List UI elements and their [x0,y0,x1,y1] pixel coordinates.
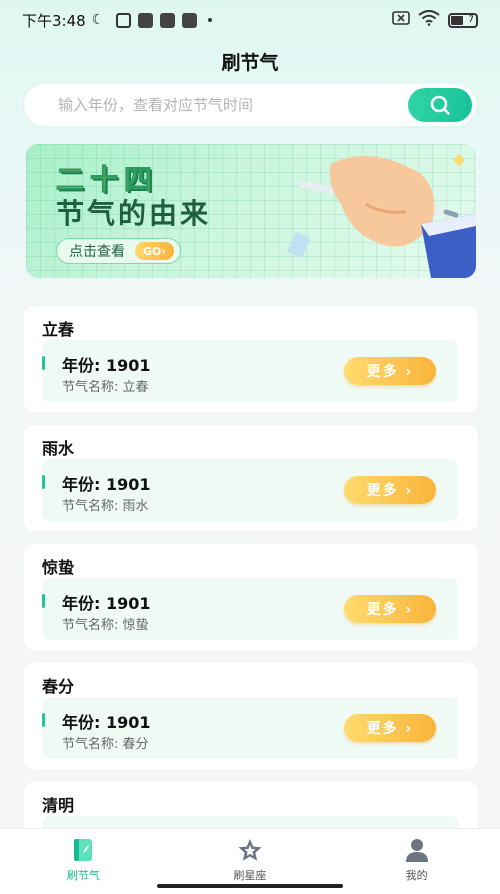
card-year: 年份: 1901 [62,594,151,613]
app-icon [160,12,176,28]
battery-level: 7 [468,14,474,25]
solar-terms-banner[interactable]: 二十四 节气的由来 点击查看 GO› [26,144,476,278]
notification-icon [182,12,198,28]
tab-mine[interactable]: 我的 [333,829,500,894]
more-button[interactable]: 更多 › [344,714,436,742]
search-icon [430,95,450,115]
card-year: 年份: 1901 [62,356,151,375]
card-detail: 年份: 1901 节气名称: 立春 更多 › [42,340,458,402]
card-detail: 年份: 1901 节气名称: 雨水 更多 › [42,459,458,521]
wifi-icon [418,10,440,30]
moon-icon: ☾ [91,12,105,28]
more-button[interactable]: 更多 › [344,357,436,385]
accent-bar [42,475,45,489]
card-term-title: 春分 [42,677,75,696]
card-detail: 年份: 1901 节气名称: 春分 更多 › [42,697,458,759]
search-button[interactable] [408,88,472,122]
card-term-name: 节气名称: 春分 [62,737,149,752]
home-indicator [157,884,343,888]
accent-bar [42,713,45,727]
search-bar [24,84,476,126]
solar-term-card: 雨水 年份: 1901 节气名称: 雨水 更多 › [24,425,478,531]
download-icon [138,12,154,28]
tab-solar-terms[interactable]: 刷节气 [0,829,167,894]
tab-label: 刷星座 [233,869,267,882]
card-term-name: 节气名称: 惊蛰 [62,618,149,633]
tab-label: 我的 [405,869,428,882]
card-term-name: 节气名称: 雨水 [62,499,149,514]
solar-term-card: 惊蛰 年份: 1901 节气名称: 惊蛰 更多 › [24,544,478,650]
card-term-title: 雨水 [42,439,75,458]
tab-label: 刷节气 [66,869,100,882]
search-input[interactable] [24,96,408,114]
solar-term-card: 立春 年份: 1901 节气名称: 立春 更多 › [24,306,478,412]
banner-title-line2: 节气的由来 [56,197,212,230]
page-title: 刷节气 [221,52,279,74]
card-term-title: 立春 [42,320,75,339]
card-year: 年份: 1901 [62,475,151,494]
card-detail: 年份: 1901 节气名称: 惊蛰 更多 › [42,578,458,640]
card-year: 年份: 1901 [62,713,151,732]
card-term-name: 节气名称: 立春 [62,380,149,395]
more-button[interactable]: 更多 › [344,595,436,623]
user-icon [405,839,428,862]
sim-icon [392,11,410,29]
status-bar: 下午3:48 ☾ 7 [0,0,500,40]
solar-term-card: 春分 年份: 1901 节气名称: 春分 更多 › [24,663,478,769]
book-icon [74,839,93,861]
star-icon [238,839,262,861]
nfc-icon [116,12,132,28]
banner-cta-label: 点击查看 [69,244,125,260]
go-button[interactable]: GO› [135,242,174,260]
battery-icon: 7 [448,12,478,28]
card-term-title: 清明 [42,796,75,815]
banner-cta-button[interactable]: 点击查看 GO› [56,238,181,264]
status-time: 下午3:48 [22,11,86,30]
accent-bar [42,594,45,608]
more-button[interactable]: 更多 › [344,476,436,504]
hand-pen-illustration [287,154,476,278]
more-dot-icon [208,18,213,22]
card-term-title: 惊蛰 [42,558,75,577]
accent-bar [42,356,45,370]
